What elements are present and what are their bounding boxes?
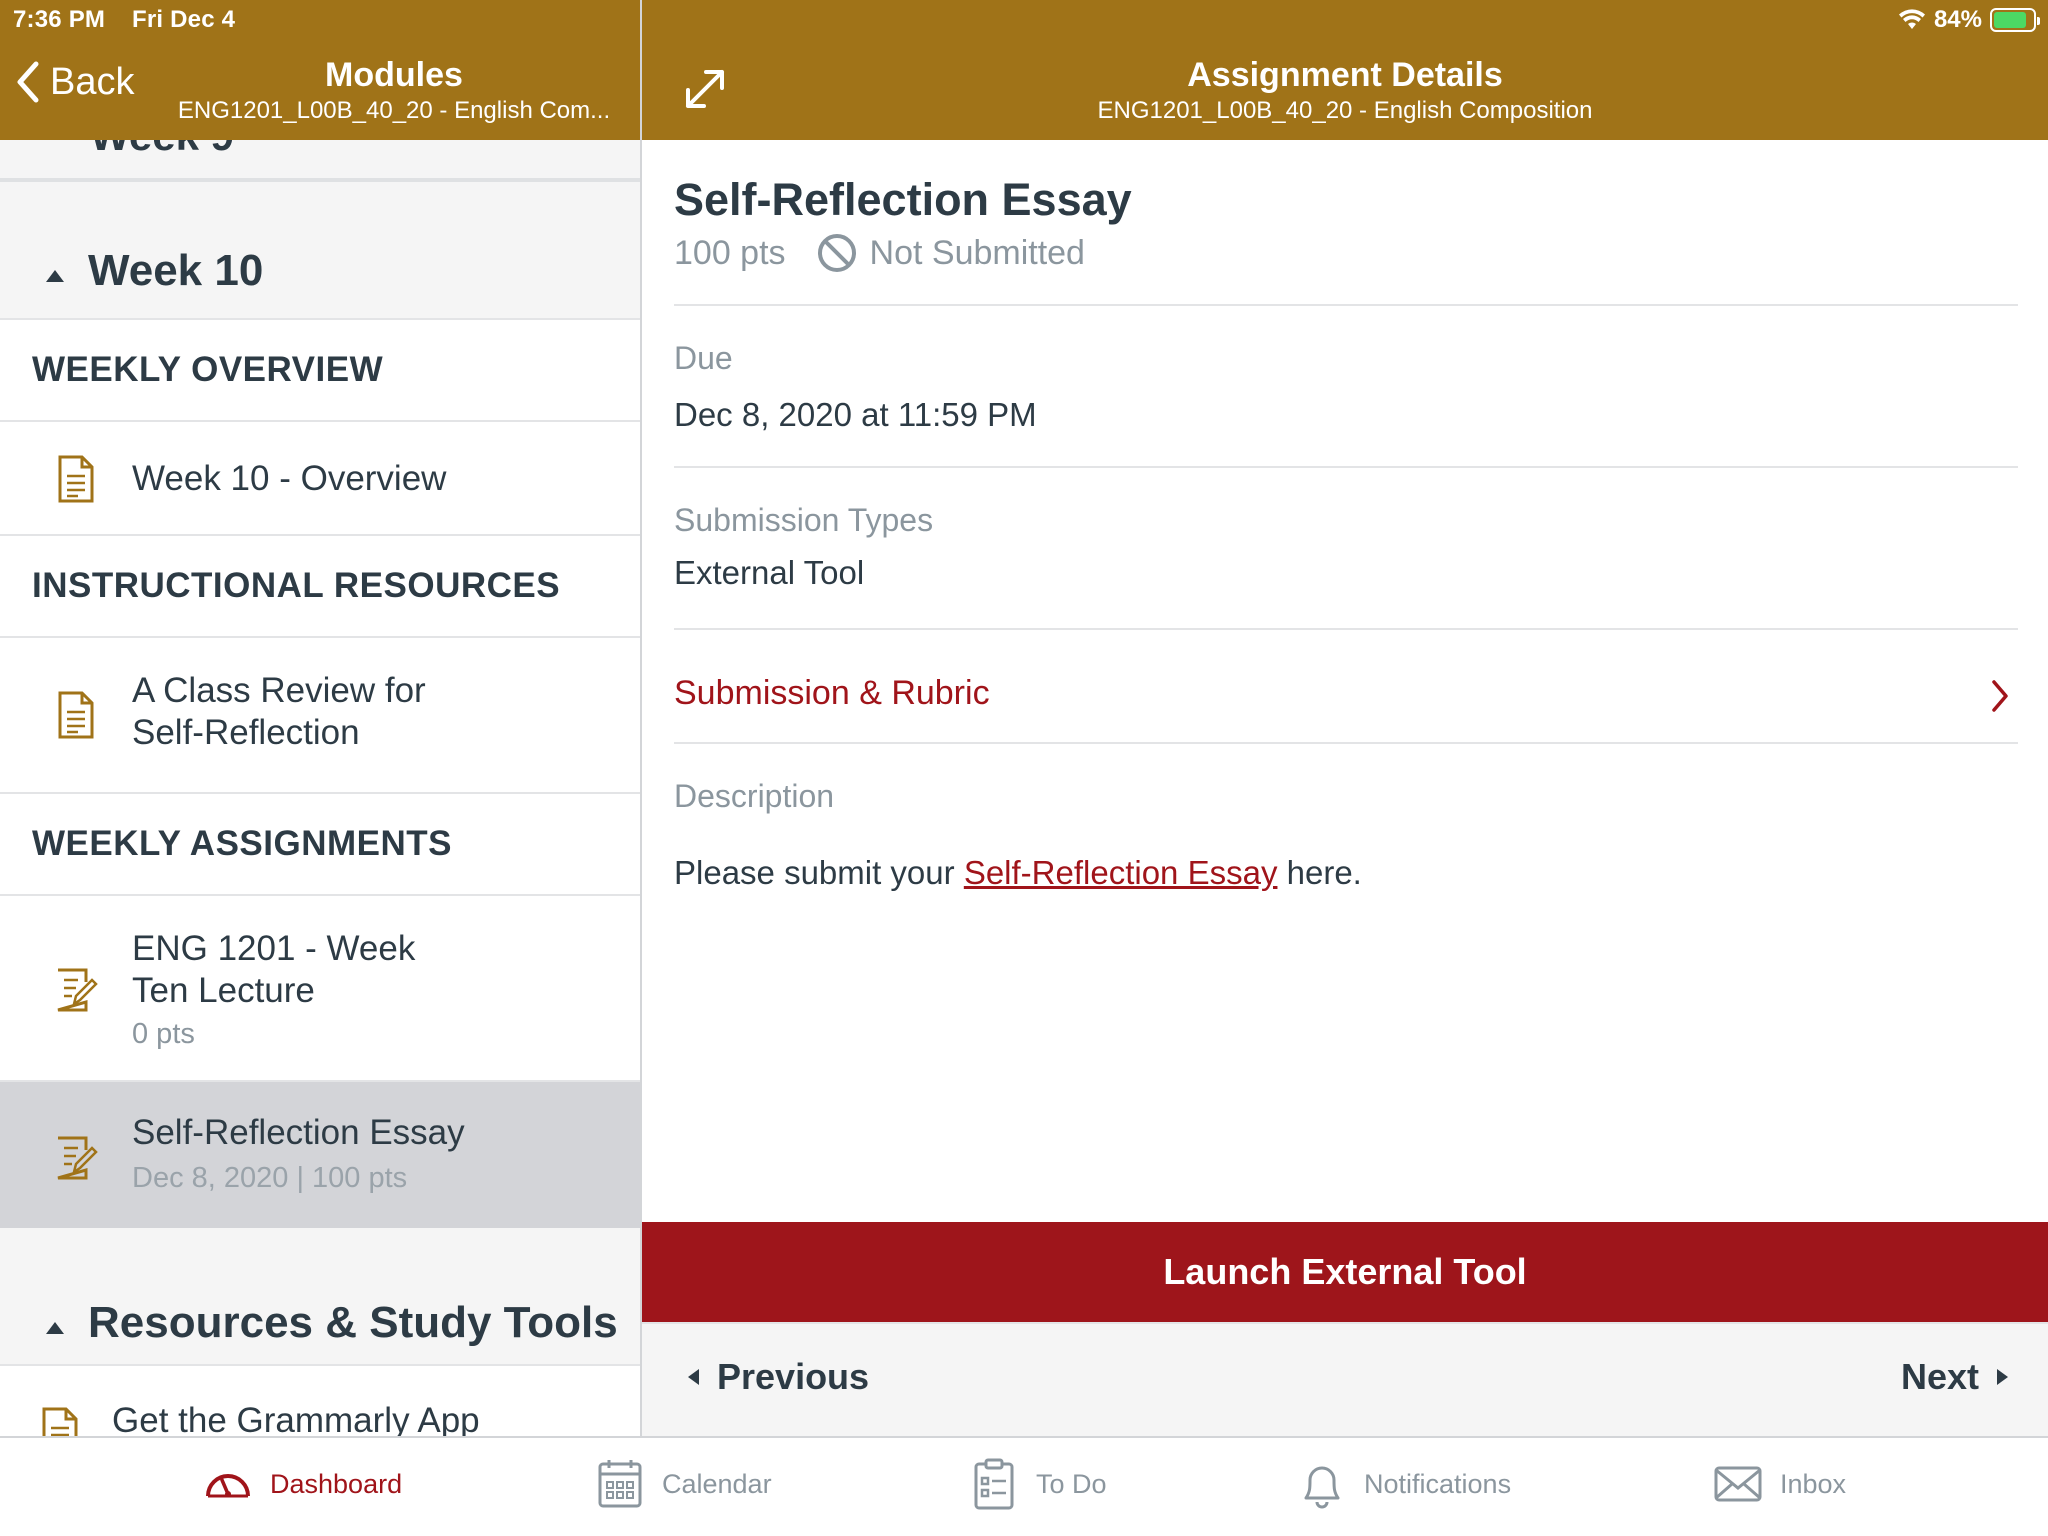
essay-link[interactable]: Self-Reflection Essay [964, 854, 1278, 891]
page-icon [42, 1407, 78, 1436]
assignment-header-title: Assignment Details [1187, 56, 1503, 94]
section-title: WEEKLY OVERVIEW [32, 350, 384, 389]
resources-group-label: Resources & Study Tools [88, 1298, 618, 1347]
tab-notifications[interactable]: Notifications [1296, 1458, 1511, 1510]
assignment-header-subtitle: ENG1201_L00B_40_20 - English Composition [1097, 97, 1593, 124]
top-bar: 7:36 PM Fri Dec 4 84% Back Modules ENG12… [0, 0, 2048, 140]
item-title: Week 10 - Overview [132, 459, 447, 498]
caret-left-icon [688, 1369, 699, 1385]
item-title-line1: ENG 1201 - Week [132, 929, 416, 968]
chevron-left-icon [17, 61, 39, 103]
caret-right-icon [1997, 1369, 2008, 1385]
tab-calendar[interactable]: Calendar [594, 1458, 772, 1510]
section-title: INSTRUCTIONAL RESOURCES [32, 566, 561, 605]
submission-types-label: Submission Types [674, 502, 934, 538]
status-label: Not Submitted [869, 233, 1085, 272]
item-title: Self-Reflection Essay [132, 1113, 465, 1152]
assignment-meta: 100 pts Not Submitted [674, 232, 1085, 274]
submission-status: Not Submitted [816, 232, 1085, 274]
status-time: 7:36 PM [13, 6, 106, 33]
launch-external-tool-button[interactable]: Launch External Tool [642, 1222, 2048, 1322]
collapse-triangle-icon [46, 1322, 64, 1334]
item-title-line1: A Class Review for [132, 671, 426, 710]
battery-icon [1990, 8, 2040, 32]
tab-todo[interactable]: To Do [968, 1458, 1107, 1510]
assignment-header: Assignment Details ENG1201_L00B_40_20 - … [642, 54, 2048, 126]
tab-label: Inbox [1780, 1468, 1847, 1499]
envelope-icon [1714, 1466, 1762, 1502]
item-title-line2: Ten Lecture [132, 971, 315, 1010]
previous-button[interactable]: Previous [688, 1356, 869, 1398]
module-item-self-reflection-essay[interactable]: Self-Reflection Essay Dec 8, 2020 | 100 … [0, 1080, 640, 1228]
tab-inbox[interactable]: Inbox [1712, 1458, 1846, 1510]
week-10-label: Week 10 [88, 246, 264, 295]
back-button[interactable]: Back [14, 60, 134, 104]
status-bar-right: 84% [1898, 6, 2040, 34]
assignment-title: Self-Reflection Essay [674, 174, 1132, 225]
page-icon [58, 691, 94, 739]
module-item-week-ten-lecture[interactable]: ENG 1201 - Week Ten Lecture 0 pts [0, 894, 640, 1080]
submission-rubric-label: Submission & Rubric [674, 674, 990, 712]
modules-title: Modules [325, 56, 463, 94]
tab-label: Dashboard [270, 1468, 403, 1499]
section-title: WEEKLY ASSIGNMENTS [32, 824, 452, 863]
divider [674, 628, 2018, 630]
resources-group-header[interactable]: Resources & Study Tools [0, 1286, 640, 1364]
desc-after: here. [1277, 854, 1362, 891]
item-title: Get the Grammarly App [112, 1401, 480, 1436]
week-10-header[interactable]: Week 10 [0, 234, 640, 312]
chevron-right-icon [1992, 680, 2008, 712]
item-due-points: Dec 8, 2020 | 100 pts [132, 1162, 408, 1194]
assignment-points: 100 pts [674, 233, 786, 272]
module-item-class-review[interactable]: A Class Review for Self-Reflection [0, 636, 640, 792]
due-label: Due [674, 340, 733, 376]
module-item-grammarly[interactable]: Get the Grammarly App [0, 1364, 640, 1436]
description-text: Please submit your Self-Reflection Essay… [674, 854, 1362, 892]
calendar-icon [598, 1460, 642, 1508]
status-date: Fri Dec 4 [131, 6, 236, 33]
section-instructional-resources: INSTRUCTIONAL RESOURCES [0, 534, 640, 636]
modules-header: Modules ENG1201_L00B_40_20 - English Com… [160, 54, 628, 126]
item-title-line2: Self-Reflection [132, 713, 360, 752]
modules-subtitle: ENG1201_L00B_40_20 - English Com... [177, 97, 611, 124]
todo-icon [974, 1458, 1014, 1510]
dashboard-icon [206, 1474, 250, 1498]
section-weekly-assignments: WEEKLY ASSIGNMENTS [0, 792, 640, 894]
tab-bar: Dashboard Calendar To Do Notifications I… [0, 1436, 2048, 1536]
week-9-label: Week 9 [90, 140, 234, 160]
due-value: Dec 8, 2020 at 11:59 PM [674, 396, 1037, 433]
submission-rubric-link[interactable]: Submission & Rubric [674, 674, 2018, 718]
status-bar-left: 7:36 PM Fri Dec 4 [13, 6, 255, 34]
tab-label: Notifications [1364, 1468, 1512, 1499]
tab-dashboard[interactable]: Dashboard [202, 1458, 402, 1510]
divider [674, 742, 2018, 744]
previous-label: Previous [717, 1356, 870, 1397]
desc-before: Please submit your [674, 854, 964, 891]
assignment-icon [57, 1136, 98, 1180]
wifi-icon [1898, 9, 1925, 29]
week-9-header[interactable]: Week 9 [0, 140, 640, 182]
back-label: Back [50, 60, 135, 103]
bell-icon [1304, 1466, 1340, 1509]
item-points: 0 pts [132, 1018, 195, 1050]
tab-label: To Do [1036, 1468, 1107, 1499]
next-button[interactable]: Next [1901, 1356, 2008, 1398]
divider [674, 304, 2018, 306]
collapse-triangle-icon [46, 270, 64, 282]
next-label: Next [1900, 1356, 1979, 1397]
battery-percent: 84% [1933, 6, 1982, 33]
tab-label: Calendar [662, 1468, 772, 1499]
divider [674, 466, 2018, 468]
assignment-icon [57, 968, 98, 1012]
submission-types-value: External Tool [674, 554, 865, 591]
description-label: Description [674, 778, 835, 814]
not-submitted-icon [817, 234, 856, 272]
page-icon [58, 455, 94, 503]
pager: Previous Next [642, 1322, 2048, 1436]
module-list[interactable]: Week 9 Week 10 WEEKLY OVERVIEW Week 10 -… [0, 140, 640, 1436]
assignment-detail: Self-Reflection Essay 100 pts Not Submit… [642, 140, 2048, 1436]
canvas-app: { "status": {"time": "7:36 PM", "date": … [0, 0, 2048, 1536]
section-weekly-overview: WEEKLY OVERVIEW [0, 318, 640, 420]
module-item-week-10-overview[interactable]: Week 10 - Overview [0, 420, 640, 534]
